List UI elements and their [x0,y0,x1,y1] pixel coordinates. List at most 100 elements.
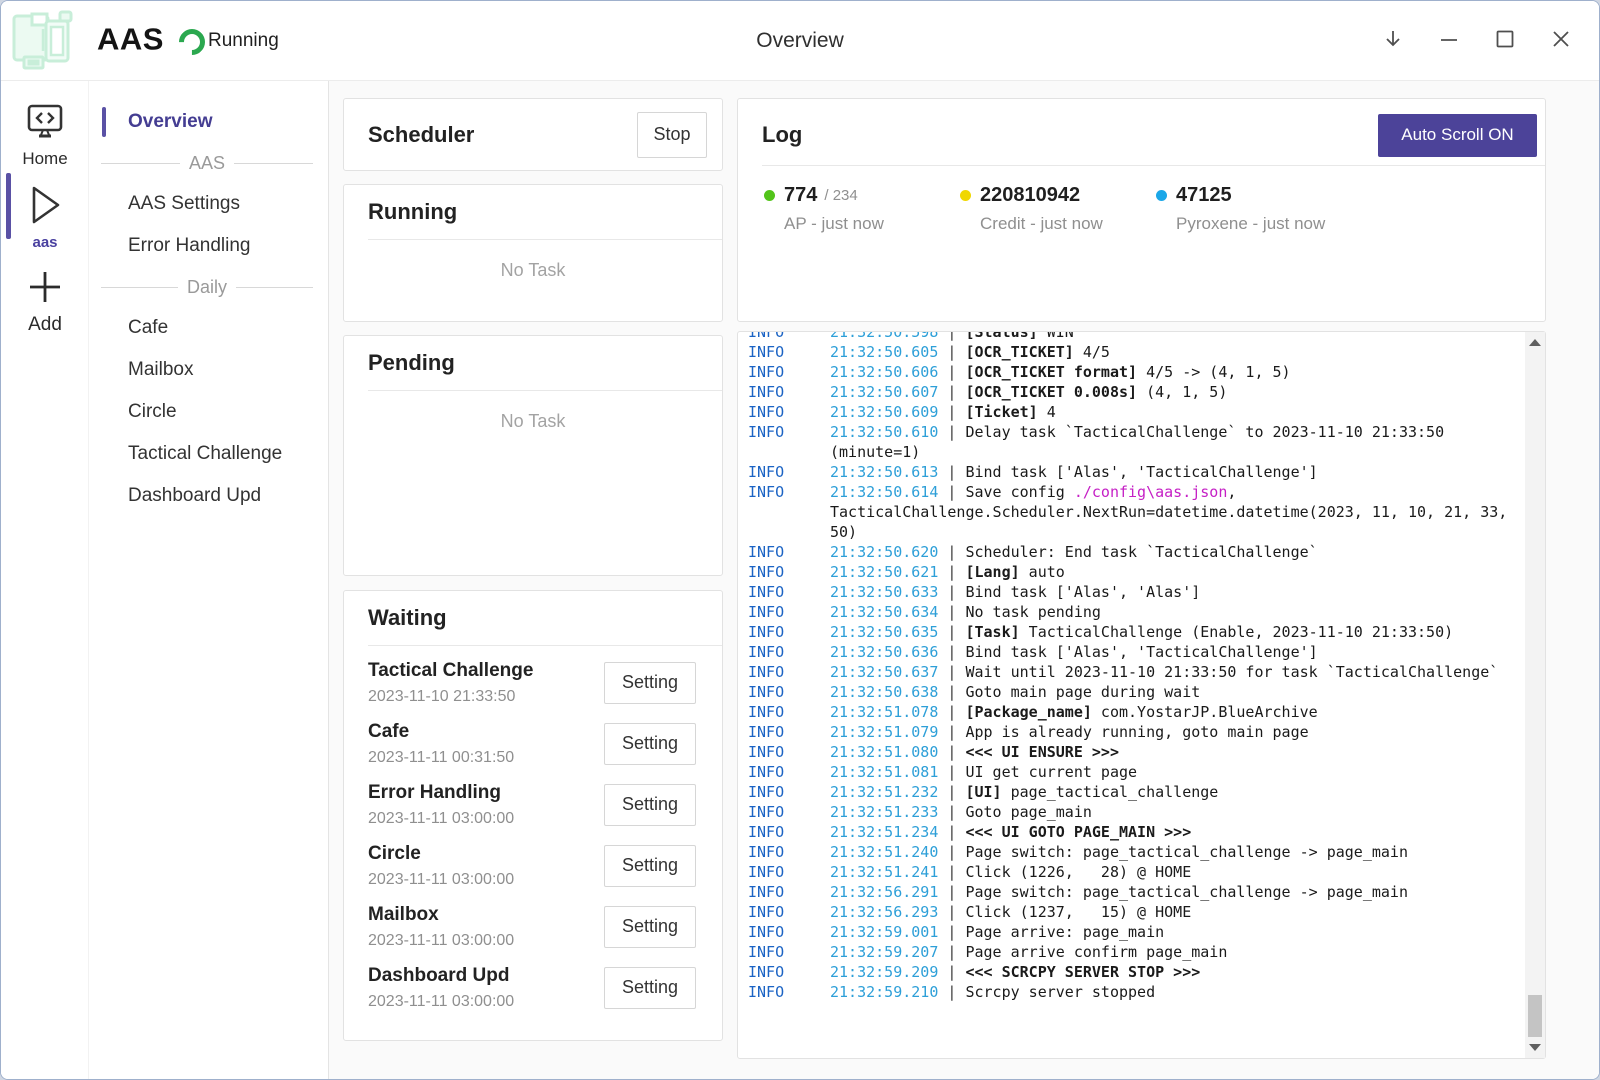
log-line: INFO21:32:56.291 | Page switch: page_tac… [748,882,1520,902]
task-setting-button[interactable]: Setting [604,967,696,1009]
nav-item[interactable]: Error Handling [89,225,328,267]
nav-sidebar: Overview AAS AAS Settings Error Handling… [89,81,329,1079]
nav-item-label: Dashboard Upd [128,485,261,507]
code-monitor-icon [22,130,68,147]
log-message: 21:32:50.614 | Save config ./config\aas.… [830,482,1520,542]
log-message: 21:32:51.078 | [Package_name] com.Yostar… [830,702,1520,722]
log-message: 21:32:50.634 | No task pending [830,602,1520,622]
log-line: INFO21:32:50.620 | Scheduler: End task `… [748,542,1520,562]
log-line: INFO21:32:59.207 | Page arrive confirm p… [748,942,1520,962]
log-message: 21:32:51.232 | [UI] page_tactical_challe… [830,782,1520,802]
task-setting-button[interactable]: Setting [604,723,696,765]
rail-item-add[interactable]: Add [1,266,89,336]
divider-line [101,287,178,288]
nav-item[interactable]: Cafe [89,307,328,349]
log-text: Page switch: page_tactical_challenge -> … [965,883,1408,901]
running-card: Running No Task [343,184,723,322]
task-setting-button[interactable]: Setting [604,784,696,826]
nav-item-label: AAS Settings [128,193,240,215]
waiting-title: Waiting [344,591,722,645]
resource-stat: 774 / 234 AP - just now [764,184,960,234]
log-line: INFO21:32:50.634 | No task pending [748,602,1520,622]
task-name: Tactical Challenge [368,660,533,682]
task-name: Circle [368,843,514,865]
rail-item-home[interactable]: Home [1,103,89,169]
log-time: 21:32:51.081 [830,763,938,781]
log-separator: | [938,643,965,661]
log-line: INFO21:32:50.636 | Bind task ['Alas', 'T… [748,642,1520,662]
nav-section-label: AAS [189,153,225,174]
log-separator: | [938,743,965,761]
log-text: Scrcpy server stopped [965,983,1155,1001]
log-text: UI get current page [965,763,1137,781]
scroll-up-arrow-icon[interactable] [1529,339,1541,346]
task-setting-button[interactable]: Setting [604,662,696,704]
log-message: 21:32:51.241 | Click (1226, 28) @ HOME [830,862,1520,882]
running-empty-text: No Task [344,260,722,281]
nav-item-label: Error Handling [128,235,251,257]
log-line: INFO21:32:50.637 | Wait until 2023-11-10… [748,662,1520,682]
log-line: INFO21:32:51.081 | UI get current page [748,762,1520,782]
log-separator: | [938,463,965,481]
nav-active-bar [102,107,106,137]
scrollbar-thumb[interactable] [1528,995,1542,1037]
log-level: INFO [748,682,830,702]
close-button[interactable] [1545,25,1577,57]
log-time: 21:32:50.621 [830,563,938,581]
log-line: INFO21:32:51.233 | Goto page_main [748,802,1520,822]
log-line: INFO21:32:51.234 | <<< UI GOTO PAGE_MAIN… [748,822,1520,842]
log-line: INFO21:32:59.001 | Page arrive: page_mai… [748,922,1520,942]
log-message: 21:32:50.606 | [OCR_TICKET format] 4/5 -… [830,362,1520,382]
task-info: Mailbox 2023-11-11 03:00:00 [368,904,514,950]
log-level: INFO [748,842,830,862]
log-time: 21:32:59.001 [830,923,938,941]
log-time: 21:32:51.234 [830,823,938,841]
task-setting-button[interactable]: Setting [604,906,696,948]
app-logo-icon [9,7,77,78]
rail-item-aas[interactable]: aas [1,182,89,251]
log-time: 21:32:56.293 [830,903,938,921]
log-time: 21:32:51.079 [830,723,938,741]
minimize-button[interactable] [1433,25,1465,57]
log-time: 21:32:50.606 [830,363,938,381]
running-title: Running [344,185,722,239]
maximize-button[interactable] [1489,25,1521,57]
nav-item[interactable]: Overview [89,101,328,143]
auto-scroll-toggle[interactable]: Auto Scroll ON [1378,114,1537,157]
nav-item[interactable]: AAS Settings [89,183,328,225]
task-setting-button[interactable]: Setting [604,845,696,887]
log-separator: | [938,843,965,861]
log-time: 21:32:50.598 [830,332,938,341]
log-output-panel: INFO21:32:50.598 | [Status] WIN INFO21:3… [737,331,1546,1059]
log-separator: | [938,583,965,601]
nav-item[interactable]: Dashboard Upd [89,475,328,517]
log-text: Page arrive: page_main [965,923,1164,941]
log-level: INFO [748,862,830,882]
resource-stat: 47125 Pyroxene - just now [1156,184,1352,234]
stat-label: AP - just now [764,214,960,234]
log-separator: | [938,332,965,341]
scheduler-stop-button[interactable]: Stop [637,112,707,158]
title-bar: AAS Running Overview [1,1,1599,81]
log-scrollbar[interactable] [1525,332,1545,1058]
log-separator: | [938,903,965,921]
download-update-button[interactable] [1377,25,1409,57]
log-line: INFO21:32:51.080 | <<< UI ENSURE >>> [748,742,1520,762]
log-line: INFO21:32:50.635 | [Task] TacticalChalle… [748,622,1520,642]
log-time: 21:32:51.080 [830,743,938,761]
scroll-down-arrow-icon[interactable] [1529,1044,1541,1051]
log-message: 21:32:51.081 | UI get current page [830,762,1520,782]
nav-item[interactable]: Circle [89,391,328,433]
log-separator: | [938,383,965,401]
resource-stats: 774 / 234 AP - just now 220810942 Credit… [738,166,1545,234]
log-time: 21:32:51.078 [830,703,938,721]
window-controls [1377,1,1577,80]
log-separator: | [938,803,965,821]
log-level: INFO [748,662,830,682]
icon-rail: Home aas Add [1,81,89,1079]
log-lines: INFO21:32:50.598 | [Status] WIN INFO21:3… [748,332,1520,1002]
log-line: INFO21:32:50.613 | Bind task ['Alas', 'T… [748,462,1520,482]
nav-item[interactable]: Tactical Challenge [89,433,328,475]
divider-line [101,163,180,164]
nav-item[interactable]: Mailbox [89,349,328,391]
